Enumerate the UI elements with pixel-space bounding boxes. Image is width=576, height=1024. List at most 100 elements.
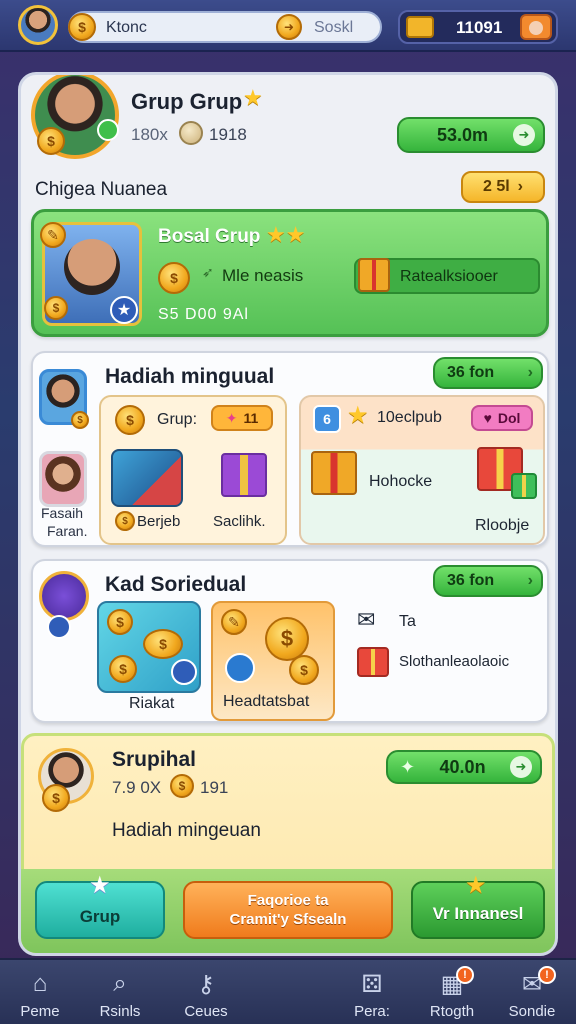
kad-title: Kad Soriedual (105, 573, 247, 596)
badge-icon (171, 659, 197, 685)
coin-stack-icon: $ (143, 629, 183, 659)
special-sub-left: 7.9 0X (112, 778, 162, 797)
gift-reward-box[interactable]: 6 ★ 10eclpub ♥ Dol Hohocke Rloobje (299, 395, 545, 545)
search-bar[interactable]: $ Ktonc ➜ Soskl (68, 11, 382, 43)
friend-avatar-2[interactable] (39, 451, 87, 507)
section-badge-button[interactable]: 2 5l › (461, 171, 545, 203)
reward-label: Ratealksiooer (400, 268, 498, 285)
score-value: 11091 (456, 18, 503, 37)
star-icon: ★ (243, 85, 263, 110)
bottom-nav: ⌂ Peme ⌕ Rsinls ⚷ Ceues ⚄ Pera: ▦ ! Rtog… (0, 958, 576, 1024)
leaf-coin-icon: ✎ (40, 222, 66, 248)
coin-tile-2[interactable]: ✎ $ $ Headtatsbat (211, 601, 335, 721)
star-icon: ★ (347, 402, 369, 429)
box-badge-text: Dol (497, 410, 521, 426)
dice-icon: ⚄ (361, 970, 383, 998)
profile-name: Grup Grup (131, 89, 243, 114)
top-bar: $ Ktonc ➜ Soskl 11091 (0, 0, 576, 52)
box-badge: ♥ Dol (471, 405, 533, 431)
heart-icon: ♥ (483, 410, 492, 426)
gift-icon (358, 258, 390, 292)
coin-icon: $ (68, 13, 96, 41)
profile-icon[interactable] (520, 14, 552, 40)
coin-tile-1[interactable]: $ $ $ (97, 601, 201, 693)
box-icon: 6 (313, 405, 341, 433)
orange-action-button[interactable]: Faqorioe ta Cramit'y Sfsealn (183, 881, 393, 939)
coin-icon: $ (107, 609, 133, 635)
coin-icon: $ (115, 405, 145, 435)
notification-badge: ! (538, 966, 556, 984)
badge-icon (47, 615, 71, 639)
coin-icon: ✎ (221, 609, 247, 635)
special-subtitle: Hadiah mingeuan (112, 820, 261, 841)
star-icon: ★ (89, 872, 111, 899)
special-title: Srupihal (112, 748, 197, 771)
orange-button-line2: Cramit'y Sfsealn (229, 911, 347, 928)
sparkle-icon: ✦ (400, 756, 416, 777)
grup-reward-box[interactable]: $ Grup: ✦ 11 $ Berjeb Saclihk. (99, 395, 287, 545)
kad-button[interactable]: 36 fon › (433, 565, 543, 597)
coin-small-icon: $ (115, 511, 135, 531)
special-button[interactable]: ✦ 40.0n ➜ (386, 750, 542, 784)
nav-label: Peme (20, 1003, 60, 1020)
weekly-title: Hadiah minguual (105, 365, 275, 388)
chevron-right-icon: › (527, 572, 533, 589)
gift-icon (357, 647, 389, 677)
nav-item-mail[interactable]: ✉ ! Sondie (484, 960, 576, 1024)
weekly-button[interactable]: 36 fon › (433, 357, 543, 389)
item-left-label: Berjeb (137, 513, 181, 530)
nav-label: Sondie (508, 1003, 556, 1020)
green-action-button[interactable]: ★ Vr Innanesl (411, 872, 545, 939)
badge-icon (225, 653, 255, 683)
search-icon: ⌕ (113, 970, 127, 997)
kad-side-2: Slothanleaolaoic (399, 653, 510, 670)
user-avatar[interactable] (18, 5, 58, 45)
balance-button[interactable]: 53.0m ➜ (397, 117, 545, 153)
grup-button[interactable]: ★ Grup (35, 872, 165, 939)
weekly-button-text: 36 fon (447, 364, 495, 381)
online-badge-icon (97, 119, 119, 141)
treasure-icon (406, 16, 434, 38)
home-icon: ⌂ (32, 970, 48, 997)
arrow-icon: ➶ (202, 264, 214, 280)
kad-button-text: 36 fon (447, 572, 495, 589)
balance-value: 53.0m (437, 124, 489, 145)
grup-badge-text: 11 (243, 410, 259, 426)
side-label-1: Fasaih (41, 505, 84, 521)
coin-icon: $ (71, 411, 89, 429)
nav-label: Rtogth (429, 1003, 475, 1020)
gift-footer: Rloobje (475, 517, 530, 534)
kad-side-1: Ta (399, 613, 416, 630)
tile-1-label: Riakat (129, 695, 175, 712)
profile-sub-left: 180x (131, 125, 168, 144)
kad-card: Kad Soriedual 36 fon › $ $ $ Riakat ✎ $ … (31, 559, 549, 723)
gift-label: Hohocke (369, 473, 433, 490)
grup-button-label: Grup (79, 907, 121, 926)
green-button-label: Vr Innanesl (432, 904, 524, 923)
social-card[interactable]: ✎ $ ★ Bosal Grup ★★ $ ➶ Mle neasis Ratea… (31, 209, 549, 337)
nav-item-search[interactable]: ⌕ Rsinls (72, 960, 168, 1024)
kad-emblem-icon (39, 571, 89, 621)
mail-icon: ✉ (357, 607, 376, 632)
coin-icon: $ (42, 784, 70, 812)
orange-button-line1: Faqorioe ta (247, 892, 329, 909)
social-coin-text: Mle neasis (222, 266, 304, 285)
score-pill[interactable]: 11091 (398, 10, 558, 44)
reward-pill[interactable]: Ratealksiooer (354, 258, 540, 294)
main-panel: $ Grup Grup ★ 180x 1918 53.0m ➜ Chigea N… (18, 72, 558, 956)
chevron-right-icon: › (527, 364, 533, 381)
coin-small-icon: $ (170, 774, 194, 798)
tile-2-label: Headtatsbat (223, 693, 310, 710)
coin-icon: $ (158, 262, 190, 294)
section-label: Chigea Nuanea (35, 179, 168, 200)
nav-item-key[interactable]: ⚷ Ceues (158, 960, 254, 1024)
notification-badge: ! (456, 966, 474, 984)
nav-label: Ceues (184, 1003, 228, 1020)
star-icon: ★ (465, 872, 487, 899)
chest-icon (111, 449, 183, 507)
grup-badge: ✦ 11 (211, 405, 273, 431)
search-label: Ktonc (106, 19, 147, 36)
nav-label: Rsinls (99, 1003, 141, 1020)
star-icon: ★★ (266, 222, 306, 247)
nav-label: Pera: (354, 1003, 390, 1020)
